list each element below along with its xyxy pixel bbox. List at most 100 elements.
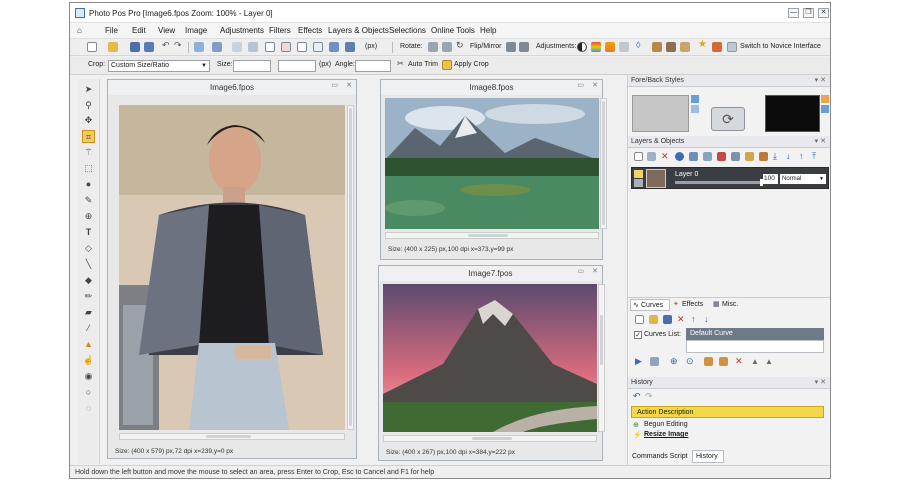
panel-controls-icon[interactable]: ▾ ✕ (815, 75, 826, 87)
histogram-icon[interactable] (619, 42, 629, 52)
stamp-tool-icon[interactable]: ▲ (82, 338, 95, 351)
history-item-resize-image[interactable]: Resize Image (644, 431, 688, 438)
curves-list-box[interactable] (686, 340, 824, 353)
menu-image[interactable]: Image (185, 26, 207, 35)
open-curve-icon[interactable] (649, 315, 658, 324)
size-width-input[interactable] (233, 60, 271, 72)
save-icon[interactable] (130, 42, 140, 52)
open-folder-icon[interactable] (108, 42, 118, 52)
move-top-icon[interactable]: ⤒ (812, 152, 821, 161)
image-canvas[interactable] (385, 98, 599, 229)
move-up-icon[interactable]: ↑ (799, 152, 808, 161)
switch-interface-icon[interactable] (727, 42, 737, 52)
smudge-tool-icon[interactable]: ☝ (82, 354, 95, 367)
minimize-doc-icon[interactable]: ▭ (577, 81, 584, 89)
home-icon[interactable]: ⌂ (77, 26, 82, 35)
brush-tool-icon[interactable]: ✎ (82, 194, 95, 207)
size-height-input[interactable] (278, 60, 316, 72)
apply-crop-icon[interactable] (442, 60, 452, 70)
pencil-tool-icon[interactable]: ✏ (82, 290, 95, 303)
grid-icon[interactable] (265, 42, 275, 52)
menu-filters[interactable]: Filters (269, 26, 291, 35)
delete-step-icon[interactable]: ✕ (735, 357, 744, 366)
menu-adjustments[interactable]: Adjustments (220, 26, 264, 35)
color-balance-icon[interactable] (605, 42, 615, 52)
eraser-tool-icon[interactable]: ▰ (82, 306, 95, 319)
maximize-button[interactable]: ❐ (803, 8, 814, 18)
star-effect-icon[interactable]: ★ (698, 39, 708, 50)
zoom-tool-icon[interactable]: ⚲ (82, 99, 95, 112)
close-doc-icon[interactable]: ✕ (592, 81, 598, 89)
eyedropper-tool-icon[interactable]: ⁄ (82, 322, 95, 335)
save-curve-icon[interactable] (663, 315, 672, 324)
menu-view[interactable]: View (158, 26, 175, 35)
undo-icon[interactable]: ↶ (162, 40, 172, 50)
swatch-icon[interactable] (691, 95, 699, 103)
delete-layer-icon[interactable]: ✕ (661, 152, 670, 161)
minimize-button[interactable]: — (788, 8, 799, 18)
delete-curve-icon[interactable]: ✕ (677, 315, 686, 324)
tab-misc[interactable]: ▦ Misc. (712, 299, 746, 311)
red-eye-tool-icon[interactable]: ◉ (82, 370, 95, 383)
flip-mirror-label[interactable]: Flip/Mirror (470, 43, 502, 50)
redo-icon[interactable]: ↷ (174, 40, 184, 50)
layer-adjust-icon[interactable] (745, 152, 754, 161)
clone-tool-icon[interactable]: ⊕ (82, 210, 95, 223)
record-icon[interactable] (650, 357, 659, 366)
magic-wand-tool-icon[interactable]: ⚚ (82, 146, 95, 159)
scroll-thumb[interactable] (468, 234, 508, 237)
text-tool-icon[interactable]: T (82, 226, 95, 239)
frame-icon[interactable] (297, 42, 307, 52)
menu-edit[interactable]: Edit (132, 26, 146, 35)
tab-commands-script[interactable]: Commands Script (630, 451, 690, 463)
curve-up-icon[interactable]: ↑ (691, 315, 700, 324)
tab-history[interactable]: History (692, 450, 724, 463)
marquee-tool-icon[interactable]: ⬚ (82, 162, 95, 175)
shape-tool-icon[interactable]: ◇ (82, 242, 95, 255)
layer-opacity-value[interactable]: 100 (763, 174, 778, 184)
image-icon[interactable] (194, 42, 204, 52)
history-undo-icon[interactable]: ↶ (633, 392, 642, 401)
flip-horizontal-icon[interactable] (506, 42, 516, 52)
curves-list-selected-item[interactable]: Default Curve (686, 328, 824, 340)
levels-icon[interactable] (591, 42, 601, 52)
lasso-tool-icon[interactable]: ◌ (82, 402, 95, 415)
menu-effects[interactable]: Effects (298, 26, 322, 35)
tab-effects[interactable]: ✦ Effects (672, 299, 710, 311)
ruler-icon[interactable] (281, 42, 291, 52)
document-window-image8[interactable]: Image8.fpos ▭ ✕ Size: (400 x 225) px,100… (380, 79, 607, 260)
layer-opacity-slider[interactable] (675, 181, 760, 184)
crop-tool-icon[interactable]: ⌗ (82, 130, 95, 143)
scroll-thumb[interactable] (349, 108, 352, 426)
preview-icon[interactable] (329, 42, 339, 52)
swatch-options-icon[interactable] (691, 105, 699, 113)
merge-layers-icon[interactable] (689, 152, 698, 161)
add-step-icon[interactable]: ⊕ (670, 357, 679, 366)
angle-input[interactable] (355, 60, 391, 72)
scroll-thumb[interactable] (472, 437, 512, 440)
export-icon[interactable] (345, 42, 355, 52)
horizontal-scrollbar[interactable] (385, 232, 599, 239)
layer-properties-icon[interactable] (675, 152, 684, 161)
resize-icon[interactable] (232, 42, 242, 52)
switch-novice-button[interactable]: Switch to Novice Interface (740, 43, 821, 50)
layer-fx-icon[interactable] (759, 152, 768, 161)
warm-filter-icon[interactable] (680, 42, 690, 52)
document-window-image6[interactable]: Image6.fpos ▭ ✕ Size: (400 x 579) px,72 … (107, 79, 357, 459)
foreground-swatch[interactable] (632, 95, 689, 132)
layer-name[interactable]: Layer 0 (675, 171, 698, 178)
background-swatch[interactable] (765, 95, 820, 132)
layer-mask-icon[interactable] (703, 152, 712, 161)
layer-style-icon[interactable] (731, 152, 740, 161)
horizontal-scrollbar[interactable] (119, 433, 345, 440)
new-layer-icon[interactable] (634, 152, 643, 161)
crop-mode-select[interactable]: Custom Size/Ratio ▼ (108, 60, 210, 72)
close-button[interactable]: ✕ (818, 8, 829, 18)
import-step-icon[interactable] (704, 357, 713, 366)
layer-lock-icon[interactable] (634, 179, 643, 187)
step-up-icon[interactable]: ⊙ (686, 357, 695, 366)
selection-brush-icon[interactable]: ● (82, 178, 95, 191)
contrast-icon[interactable] (577, 42, 587, 52)
rotate-left-icon[interactable] (428, 42, 438, 52)
panel-controls-icon[interactable]: ▾ ✕ (815, 377, 826, 389)
